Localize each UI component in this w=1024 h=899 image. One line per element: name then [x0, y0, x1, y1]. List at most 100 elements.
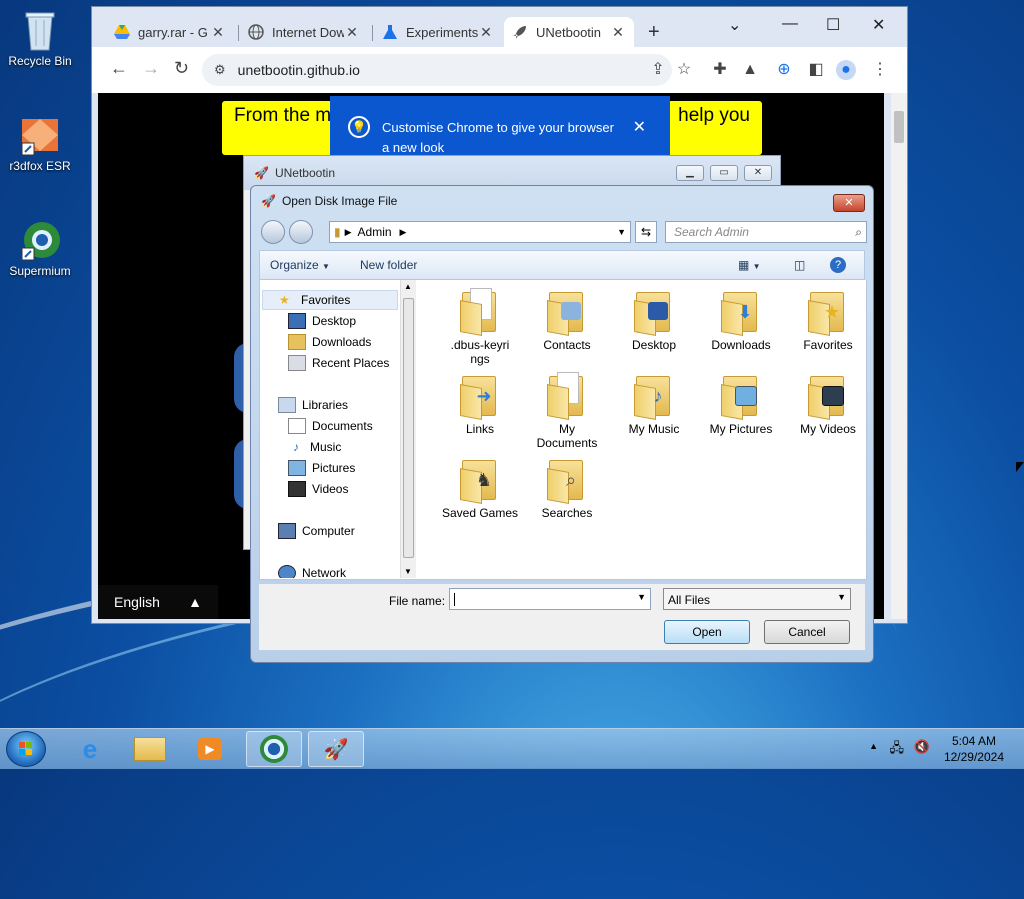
chevron-down-icon[interactable]: ▼ — [617, 227, 626, 237]
media-player-icon: ▶ — [198, 738, 222, 760]
back-button[interactable] — [261, 220, 285, 244]
start-button[interactable] — [6, 731, 46, 767]
scrollbar-thumb[interactable] — [403, 298, 414, 558]
file-item[interactable]: My Videos — [788, 372, 868, 436]
file-item[interactable]: My Pictures — [701, 372, 781, 436]
music-folder-icon: ♪ — [634, 372, 674, 420]
search-input[interactable]: Search Admin ⌕ — [665, 221, 867, 243]
file-name-input[interactable]: ▼ — [449, 588, 651, 610]
show-hidden-icons[interactable]: ▲ — [869, 741, 878, 751]
profile-avatar-icon[interactable]: ● — [836, 60, 856, 80]
nav-recent-places[interactable]: Recent Places — [288, 353, 389, 373]
language-selector[interactable]: English ▲ — [98, 585, 218, 619]
share-icon[interactable]: ⇪ — [648, 60, 668, 80]
browser-toolbar: ← → ↻ ⚙ unetbootin.github.io ⇪ ☆ ✚ ▲ ⊕ ◧… — [92, 47, 907, 93]
taskbar-explorer[interactable] — [122, 731, 178, 767]
taskbar-internet-explorer[interactable]: e — [62, 731, 118, 767]
nav-documents[interactable]: Documents — [288, 416, 373, 436]
file-item[interactable]: ⌕ Searches — [527, 456, 607, 520]
new-folder-button[interactable]: New folder — [360, 258, 417, 272]
scrollbar-thumb[interactable] — [894, 111, 904, 143]
minimize-icon[interactable]: — — [782, 15, 798, 33]
back-arrow-icon[interactable]: ← — [110, 58, 128, 79]
preview-pane-icon[interactable]: ◫ — [794, 258, 805, 272]
site-info-icon[interactable]: ⚙ — [214, 62, 226, 78]
side-panel-icon[interactable]: ◧ — [806, 60, 826, 80]
forward-arrow-icon[interactable]: → — [142, 58, 160, 79]
nav-libraries[interactable]: Libraries — [278, 395, 348, 415]
minimize-button[interactable]: ▁ — [676, 165, 704, 181]
close-icon[interactable]: ✕ — [478, 24, 494, 41]
breadcrumb[interactable]: ▮ ▶ Admin ▶ ▼ — [329, 221, 631, 243]
taskbar-unetbootin[interactable]: 🚀 — [308, 731, 364, 767]
close-icon[interactable]: ✕ — [633, 118, 646, 138]
file-item[interactable]: ⬇ Downloads — [701, 288, 781, 352]
extensions-icon[interactable]: ✚ — [710, 60, 730, 80]
desktop-icon-recycle-bin[interactable]: Recycle Bin — [0, 8, 80, 68]
clock[interactable]: 5:04 AM 12/29/2024 — [944, 733, 1004, 765]
desktop-icon-r3dfox[interactable]: r3dfox ESR — [0, 113, 80, 173]
nav-network[interactable]: Network — [278, 563, 346, 578]
page-scrollbar[interactable] — [891, 93, 907, 619]
help-icon[interactable]: ? — [830, 257, 846, 273]
computer-icon — [278, 523, 296, 539]
file-type-select[interactable]: All Files ▼ — [663, 588, 851, 610]
file-item[interactable]: ♪ My Music — [614, 372, 694, 436]
nav-videos[interactable]: Videos — [288, 479, 348, 499]
favorites-folder-icon: ★ — [808, 288, 848, 336]
file-item[interactable]: .dbus-keyri ngs — [440, 288, 520, 366]
close-icon[interactable]: ✕ — [344, 24, 360, 41]
mouse-cursor — [1016, 462, 1024, 472]
address-bar[interactable]: ⚙ unetbootin.github.io — [202, 54, 672, 86]
tab-search-icon[interactable]: ⌄ — [728, 15, 741, 35]
nav-music[interactable]: ♪ Music — [288, 437, 341, 457]
open-button[interactable]: Open — [664, 620, 750, 644]
chevron-down-icon[interactable]: ▼ — [637, 592, 646, 602]
globe-icon — [248, 24, 264, 40]
nav-desktop[interactable]: Desktop — [288, 311, 356, 331]
new-tab-button[interactable]: + — [648, 21, 660, 44]
network-tray-icon[interactable]: 🖧 — [890, 739, 905, 761]
nav-favorites[interactable]: ★ Favorites — [262, 290, 398, 310]
dialog-close-button[interactable]: ✕ — [833, 194, 865, 212]
bookmark-star-icon[interactable]: ☆ — [674, 60, 694, 80]
desktop-icon-supermium[interactable]: Supermium — [0, 218, 80, 278]
file-item[interactable]: ➜ Links — [440, 372, 520, 436]
file-item[interactable]: Desktop — [614, 288, 694, 352]
tab-unetbootin[interactable]: UNetbootin ✕ — [504, 17, 634, 47]
nav-downloads[interactable]: Downloads — [288, 332, 371, 352]
close-icon[interactable]: ✕ — [610, 24, 626, 41]
tab-garry-rar[interactable]: garry.rar - G ✕ — [106, 17, 234, 47]
forward-button[interactable] — [289, 220, 313, 244]
download-icon[interactable]: ⊕ — [774, 60, 794, 80]
tab-internet-download[interactable]: Internet Dow ✕ — [240, 17, 368, 47]
cancel-button[interactable]: Cancel — [764, 620, 850, 644]
tab-experiments[interactable]: Experiments ✕ — [374, 17, 502, 47]
menu-kebab-icon[interactable]: ⋮ — [870, 60, 890, 80]
flask-icon[interactable]: ▲ — [740, 60, 760, 80]
file-item[interactable]: ♞ Saved Games — [440, 456, 520, 520]
close-icon[interactable]: ✕ — [210, 24, 226, 41]
nav-pictures[interactable]: Pictures — [288, 458, 355, 478]
organize-button[interactable]: Organize ▼ — [270, 258, 330, 272]
scroll-down-arrow-icon[interactable]: ▼ — [404, 567, 412, 576]
file-item[interactable]: Contacts — [527, 288, 607, 352]
close-button[interactable]: ✕ — [744, 165, 772, 181]
maximize-button[interactable]: ▭ — [710, 165, 738, 181]
close-window-icon[interactable]: ✕ — [872, 15, 885, 35]
reload-icon[interactable]: ↻ — [174, 58, 189, 79]
maximize-icon[interactable]: ☐ — [826, 15, 840, 35]
file-item[interactable]: My Documents — [527, 372, 607, 450]
desktop-icon — [288, 313, 306, 329]
nav-computer[interactable]: Computer — [278, 521, 355, 541]
taskbar-supermium[interactable] — [246, 731, 302, 767]
google-drive-icon — [114, 24, 130, 40]
view-options-icon[interactable]: ▦ ▼ — [738, 258, 761, 272]
libraries-icon — [278, 397, 296, 413]
refresh-button[interactable]: ⇆ — [635, 221, 657, 243]
file-item[interactable]: ★ Favorites — [788, 288, 868, 352]
taskbar-media-player[interactable]: ▶ — [182, 731, 238, 767]
nav-scrollbar[interactable]: ▲ ▼ — [400, 280, 416, 578]
volume-muted-icon[interactable]: 🔇 — [914, 739, 930, 755]
scroll-up-arrow-icon[interactable]: ▲ — [404, 282, 412, 291]
